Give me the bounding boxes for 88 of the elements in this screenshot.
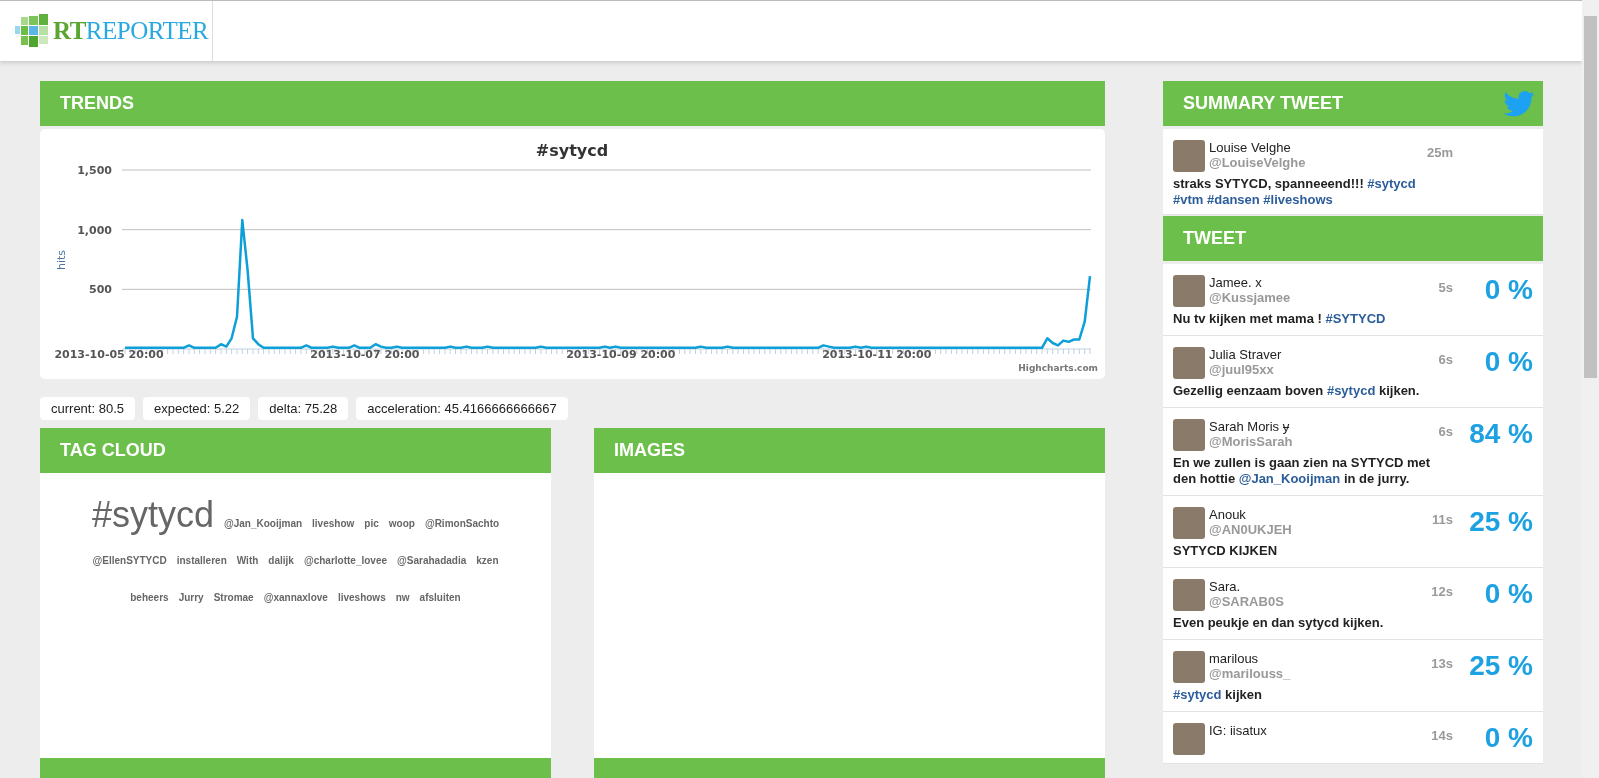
tag-link[interactable]: liveshows [337,580,386,615]
tweet-time: 5s [1438,280,1453,295]
tweet-percentage: 25 % [1469,506,1533,537]
user-name[interactable]: Sara. [1209,579,1241,594]
chart-title: #sytycd [535,141,609,160]
tweet-text: En we zullen is gaan zien na SYTYCD met den hottie @Jan_Kooijman in de jurry. [1173,455,1432,487]
tag-link[interactable]: woop [388,506,415,541]
hashtag-link[interactable]: #vtm [1173,192,1204,207]
tag-link[interactable]: @charlotte_lovee [303,543,388,578]
tweet-percentage: 0 % [1484,722,1533,753]
x-tick-label: 2013-10-11 20:00 [822,348,932,361]
user-name[interactable]: Anouk [1209,507,1246,522]
tag-link[interactable]: #sytycd [91,493,214,537]
tweet-time: 12s [1431,584,1453,599]
tweet-time: 6s [1438,424,1453,439]
tag-link[interactable]: kzen [476,543,499,578]
avatar-photo [1173,419,1205,451]
hashtag-link[interactable]: #sytycd [1326,383,1376,398]
user-name[interactable]: Julia Straver [1209,347,1282,362]
panel-title: TAG CLOUD [60,440,166,461]
tag-link[interactable]: @EllenSYTYCD [92,543,167,578]
tweet-time: 11s [1432,512,1453,527]
tweet-text: straks SYTYCD, spanneeend!!! #sytycd #vtm #dansen #liveshows [1173,176,1417,208]
tweet-percentage: 0 % [1484,346,1533,377]
user-name[interactable]: Jamee. x [1209,275,1262,290]
panel-title: IMAGES [614,440,685,461]
tag-link[interactable]: installeren [176,543,227,578]
tweet-percentage: 84 % [1469,418,1533,449]
tag-link[interactable]: pic [364,506,379,541]
tag-link[interactable]: Stromae [213,580,254,615]
x-tick-label: 2013-10-09 20:00 [566,348,676,361]
tag-link[interactable]: With [236,543,259,578]
hashtag-link[interactable]: #dansen [1207,192,1260,207]
user-name[interactable]: marilous [1209,651,1259,666]
stat-pill: acceleration: 45.4166666666667 [356,397,568,420]
panel-title: TRENDS [60,93,134,114]
y-tick-label: 500 [89,283,112,297]
scrollbar-thumb[interactable] [1584,16,1597,378]
user-name[interactable]: Louise Velghe [1209,140,1291,155]
panel-title: SUMMARY TWEET [1183,93,1343,114]
tweet-text: SYTYCD KIJKEN [1173,543,1279,559]
axis-title: hits [55,249,68,271]
stat-pill: delta: 75.28 [258,397,349,420]
tag-link[interactable]: @xannaxlove [263,580,328,615]
hashtag-link[interactable]: #sytycd [1173,687,1222,702]
tweet-time: 14s [1431,728,1453,743]
tag-link[interactable]: Jurry [178,580,204,615]
tag-link[interactable]: beheers [130,580,169,615]
x-tick-label: 2013-10-05 20:00 [54,348,164,361]
hashtag-link[interactable]: @Jan_Kooijman [1238,471,1341,486]
avatar-photo [1173,651,1205,683]
x-tick-label: 2013-10-07 20:00 [310,348,420,361]
tag-link[interactable]: dalijk [268,543,294,578]
tag-link[interactable]: @Jan_Kooijman [223,506,303,541]
hashtag-link[interactable]: #sytycd [1367,176,1416,191]
tweet-time: 6s [1438,352,1453,367]
tweet-text: #sytycd kijken [1173,687,1263,703]
y-tick-label: 1,000 [77,223,112,237]
logo-icon [15,14,49,48]
avatar-photo [1173,507,1205,539]
tweet-percentage: 25 % [1469,650,1533,681]
hashtag-link[interactable]: #liveshows [1263,192,1333,207]
tweet-text: Gezellig eenzaam boven #sytycd kijken. [1173,383,1421,399]
bird-icon [1503,90,1535,117]
avatar-photo [1173,579,1205,611]
avatar-photo [1173,275,1205,307]
user-name[interactable]: Sarah Moris ɏ [1209,419,1290,434]
tag-link[interactable]: liveshow [312,506,355,541]
tweet-text: Even peukje en dan sytycd kijken. [1173,615,1385,631]
stat-pill: current: 80.5 [40,397,135,420]
tweet-time: 13s [1431,656,1453,671]
chart-credit[interactable]: Highcharts.com [1018,363,1098,373]
tag-link[interactable]: nw [395,580,410,615]
tag-link[interactable]: afsluiten [419,580,461,615]
avatar-photo [1173,140,1205,172]
avatar-photo [1173,347,1205,379]
panel-title: TWEET [1183,228,1246,249]
y-tick-label: 1,500 [77,164,112,177]
user-name[interactable]: IG: iisatux [1209,723,1267,738]
tweet-percentage: 0 % [1484,274,1533,305]
tweet-time: 25m [1426,145,1453,160]
tag-link[interactable]: @Sarahadadia [397,543,467,578]
stat-pill: expected: 5.22 [143,397,251,420]
hashtag-link[interactable]: #SYTYCD [1325,311,1386,326]
avatar-photo [1173,723,1205,755]
tag-link[interactable]: @RimonSachto [424,506,500,541]
tweet-text: Nu tv kijken met mama ! #SYTYCD [1173,311,1387,327]
tweet-percentage: 0 % [1484,578,1533,609]
